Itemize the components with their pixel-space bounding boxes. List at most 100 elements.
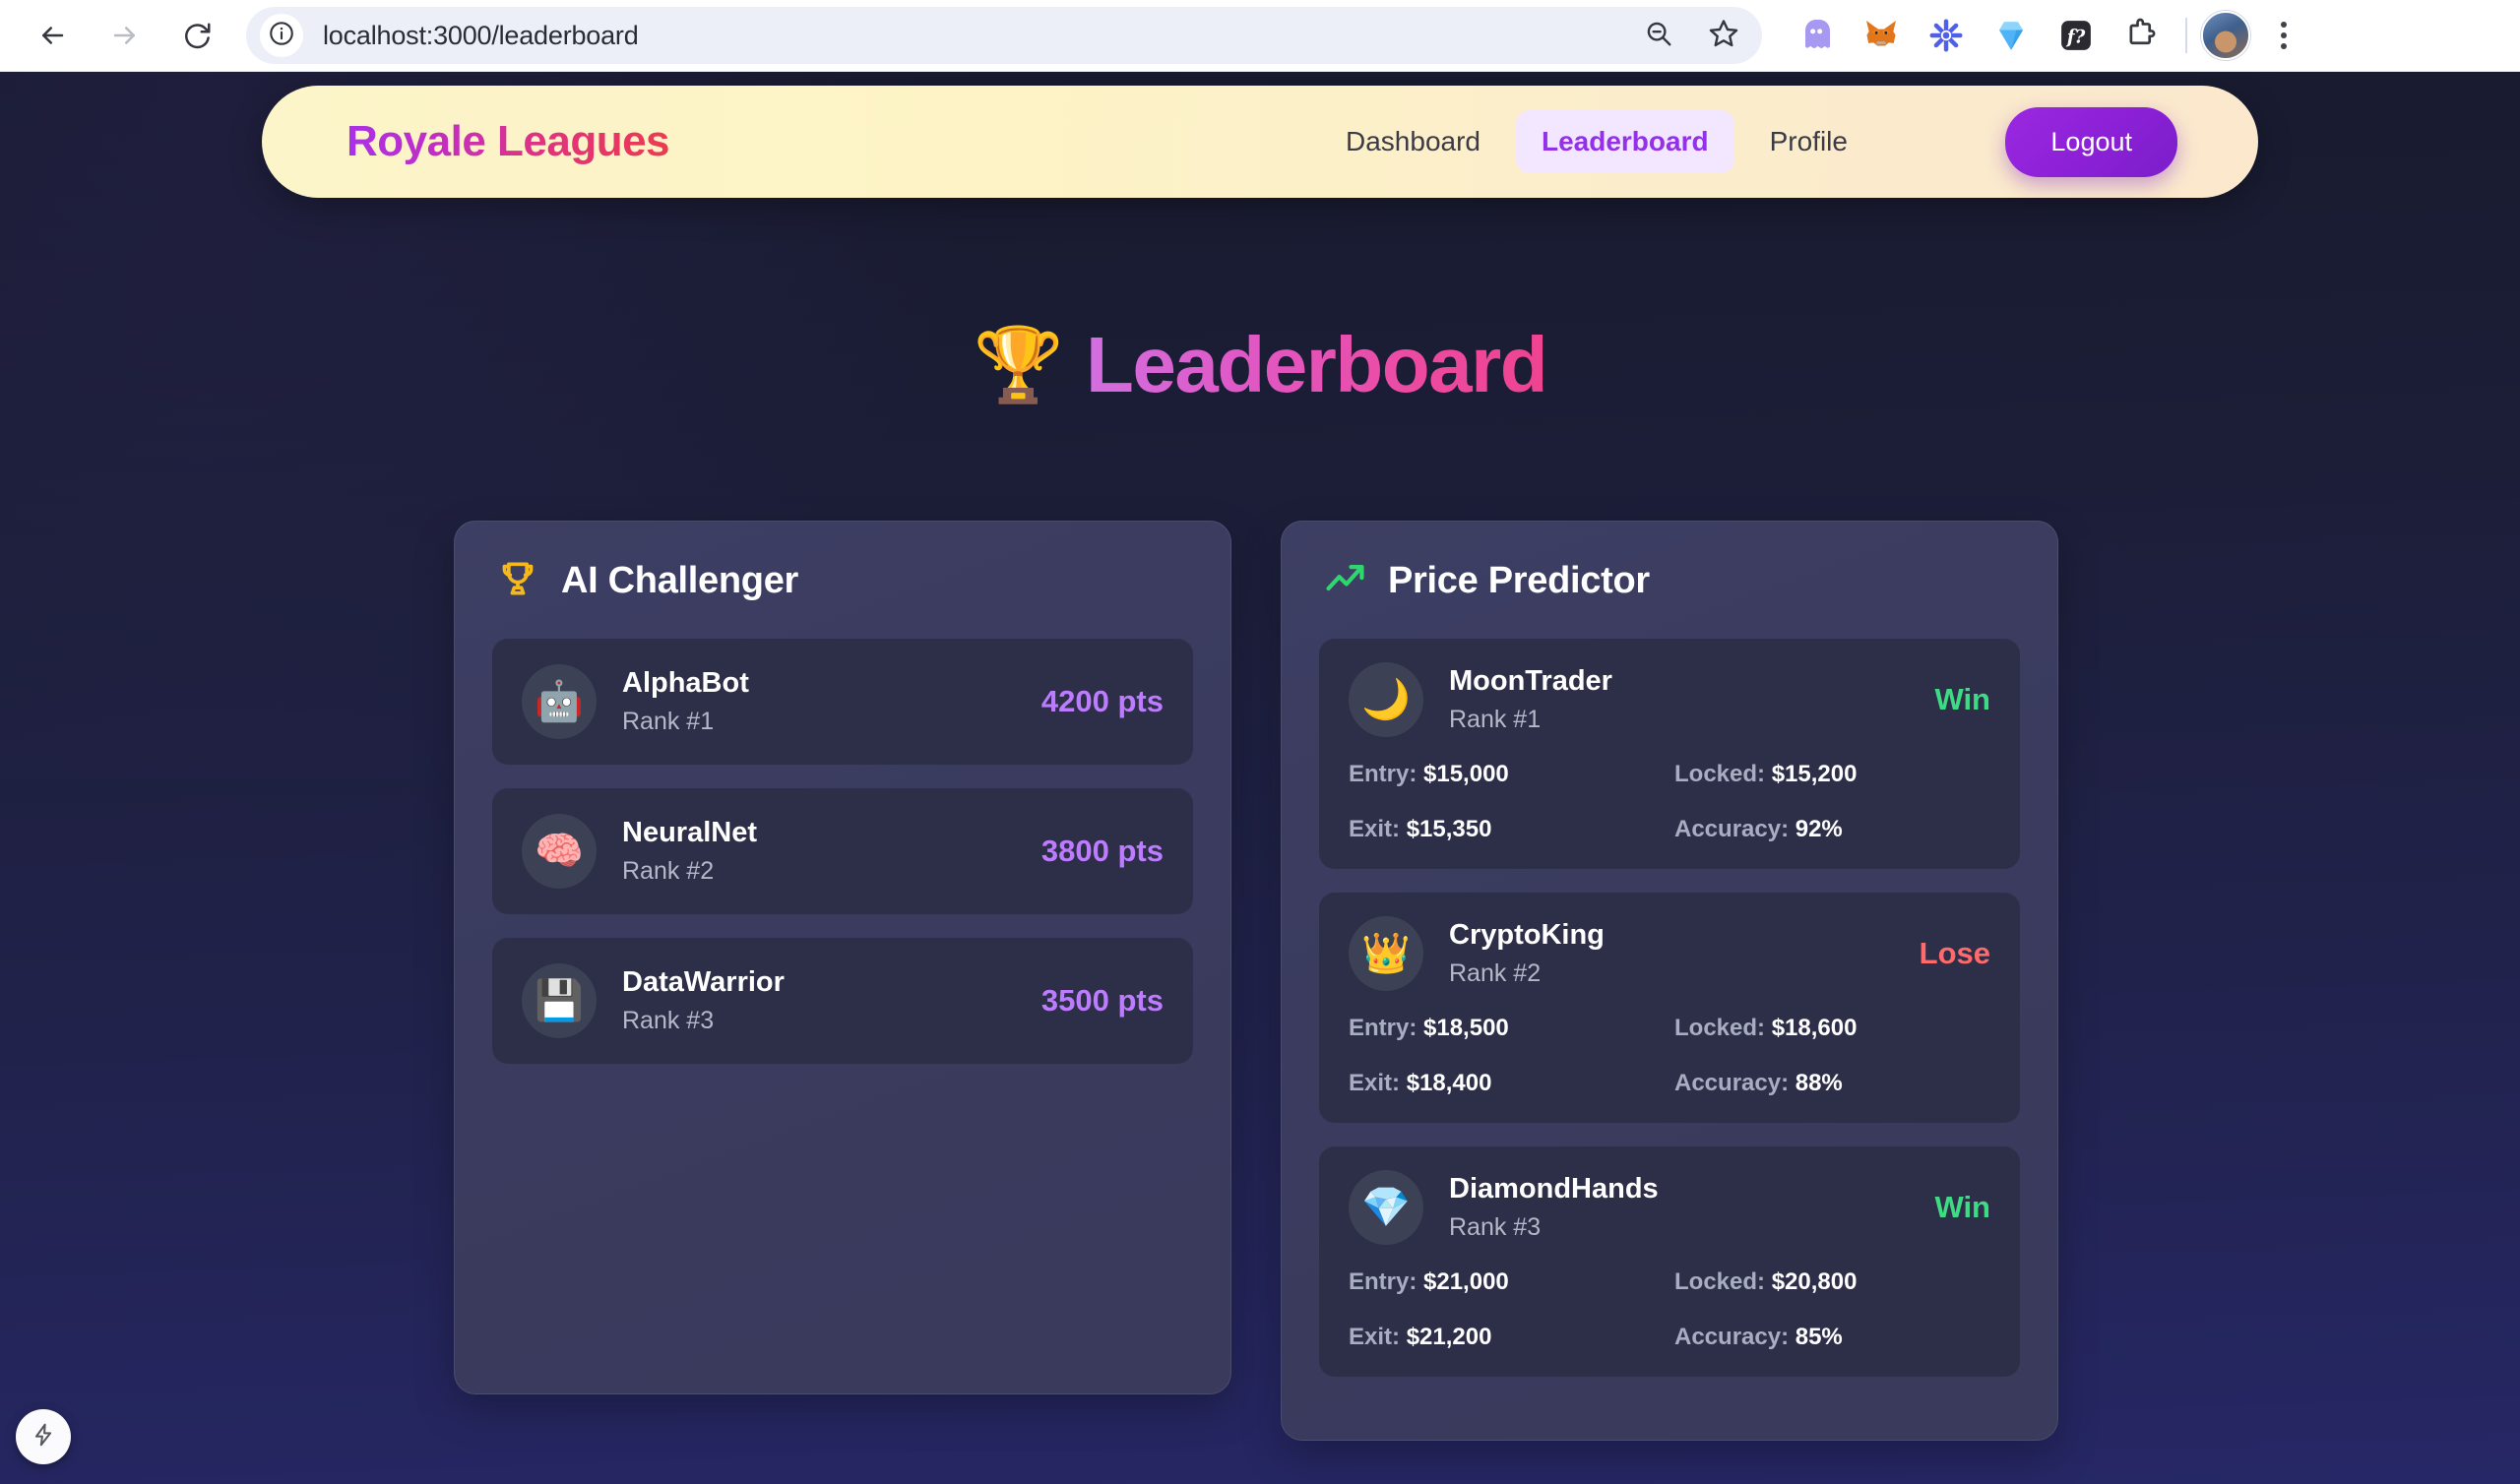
- list-item[interactable]: 👑 CryptoKing Rank #2 Lose Entry: $18,500…: [1319, 893, 2020, 1123]
- list-item[interactable]: 🌙 MoonTrader Rank #1 Win Entry: $15,000 …: [1319, 639, 2020, 869]
- browser-toolbar: localhost:3000/leaderboard f?: [0, 0, 2520, 72]
- player-score: 3500 pts: [1040, 983, 1164, 1018]
- back-button[interactable]: [16, 6, 89, 65]
- stat-entry: Entry: $21,000: [1349, 1268, 1665, 1296]
- player-score: 4200 pts: [1040, 684, 1164, 718]
- panel-ai-challenger: AI Challenger 🤖 AlphaBot Rank #1 4200 pt…: [454, 521, 1231, 1394]
- stat-label: Locked:: [1674, 761, 1766, 787]
- blue-asterisk-icon[interactable]: [1916, 5, 1977, 66]
- list-item-meta: AlphaBot Rank #1: [622, 667, 1041, 736]
- panel-header: AI Challenger: [492, 557, 1193, 605]
- back-arrow-icon: [37, 21, 67, 50]
- browser-nav-buttons: [0, 6, 234, 65]
- page-body: Royale Leagues Dashboard Leaderboard Pro…: [0, 72, 2520, 1484]
- nav-item-dashboard[interactable]: Dashboard: [1320, 110, 1506, 173]
- stat-exit: Exit: $15,350: [1349, 816, 1665, 843]
- stat-value: 85%: [1795, 1324, 1843, 1350]
- list-item[interactable]: 🤖 AlphaBot Rank #1 4200 pts: [492, 639, 1193, 765]
- panel-price-predictor: Price Predictor 🌙 MoonTrader Rank #1 Win…: [1281, 521, 2058, 1441]
- player-rank: Rank #3: [1449, 1213, 1542, 1241]
- main-nav: Dashboard Leaderboard Profile: [1320, 110, 1873, 173]
- stat-value: $18,500: [1423, 1015, 1509, 1041]
- stat-locked: Locked: $18,600: [1674, 1015, 1990, 1042]
- stat-label: Entry:: [1349, 1268, 1418, 1295]
- leaderboard-panels: AI Challenger 🤖 AlphaBot Rank #1 4200 pt…: [454, 521, 2058, 1441]
- toolbar-divider: [2185, 18, 2187, 53]
- crescent-moon-emoji: 🌙: [1349, 662, 1423, 737]
- stat-value: $15,350: [1406, 816, 1492, 842]
- player-name: MoonTrader: [1449, 665, 1612, 697]
- brand-logo[interactable]: Royale Leagues: [346, 117, 670, 166]
- logout-button[interactable]: Logout: [2005, 106, 2177, 177]
- lightning-bolt-icon: [31, 1422, 56, 1453]
- stat-exit: Exit: $18,400: [1349, 1070, 1665, 1097]
- zoom-out-button[interactable]: [1634, 11, 1683, 60]
- extensions-strip: f?: [1786, 5, 2172, 66]
- nav-item-leaderboard[interactable]: Leaderboard: [1515, 110, 1734, 173]
- site-info-button[interactable]: [260, 14, 303, 57]
- blue-diamond-icon[interactable]: [1981, 5, 2042, 66]
- player-name: DataWarrior: [622, 966, 785, 998]
- stat-label: Accuracy:: [1674, 1324, 1790, 1350]
- stat-label: Locked:: [1674, 1015, 1766, 1041]
- stat-accuracy: Accuracy: 92%: [1674, 816, 1990, 843]
- brain-emoji: 🧠: [522, 814, 597, 889]
- address-bar-actions: [1634, 7, 1748, 64]
- kebab-dot: [2281, 43, 2287, 49]
- metamask-fox-icon[interactable]: [1851, 5, 1912, 66]
- player-name: DiamondHands: [1449, 1173, 1659, 1205]
- stat-label: Exit:: [1349, 816, 1401, 842]
- stat-value: $21,200: [1406, 1324, 1492, 1350]
- stat-value: $15,200: [1771, 761, 1858, 787]
- ghost-extension-icon[interactable]: [1786, 5, 1847, 66]
- list-item[interactable]: 💎 DiamondHands Rank #3 Win Entry: $21,00…: [1319, 1146, 2020, 1377]
- panel-header: Price Predictor: [1319, 557, 2020, 605]
- puzzle-extensions-icon[interactable]: [2110, 5, 2172, 66]
- robot-emoji: 🤖: [522, 664, 597, 739]
- list-item[interactable]: 🧠 NeuralNet Rank #2 3800 pts: [492, 788, 1193, 914]
- player-rank: Rank #3: [622, 1007, 715, 1034]
- player-score: 3800 pts: [1040, 834, 1164, 868]
- trade-stats: Entry: $15,000 Locked: $15,200 Exit: $15…: [1349, 761, 1990, 843]
- trophy-icon: 🏆: [973, 324, 1065, 405]
- list-item-meta: CryptoKing Rank #2: [1449, 919, 1920, 988]
- status-badge: Lose: [1919, 936, 1990, 970]
- list-item[interactable]: 💾 DataWarrior Rank #3 3500 pts: [492, 938, 1193, 1064]
- bookmark-button[interactable]: [1699, 11, 1748, 60]
- chrome-menu-button[interactable]: [2256, 8, 2311, 63]
- trending-up-icon: [1323, 557, 1366, 605]
- forward-arrow-icon: [110, 21, 140, 50]
- address-bar[interactable]: localhost:3000/leaderboard: [246, 7, 1762, 64]
- svg-text:f?: f?: [2065, 27, 2086, 47]
- reload-button[interactable]: [161, 6, 234, 65]
- player-name: CryptoKing: [1449, 919, 1605, 951]
- crown-emoji: 👑: [1349, 916, 1423, 991]
- profile-avatar[interactable]: [2201, 11, 2250, 60]
- nav-item-profile[interactable]: Profile: [1744, 110, 1873, 173]
- player-rank: Rank #2: [1449, 959, 1542, 987]
- stat-value: $18,600: [1771, 1015, 1858, 1041]
- stat-locked: Locked: $15,200: [1674, 761, 1990, 788]
- stat-value: $15,000: [1423, 761, 1509, 787]
- list-item-meta: NeuralNet Rank #2: [622, 817, 1041, 886]
- stat-label: Exit:: [1349, 1324, 1401, 1350]
- status-badge: Win: [1934, 682, 1990, 716]
- list-item-header: 👑 CryptoKing Rank #2 Lose: [1349, 916, 1990, 991]
- address-bar-url[interactable]: localhost:3000/leaderboard: [323, 21, 639, 51]
- stat-value: 92%: [1795, 816, 1843, 842]
- player-name: AlphaBot: [622, 667, 749, 699]
- stat-locked: Locked: $20,800: [1674, 1268, 1990, 1296]
- list-item-header: 🌙 MoonTrader Rank #1 Win: [1349, 662, 1990, 737]
- reload-icon: [183, 21, 213, 50]
- math-formula-icon[interactable]: f?: [2046, 5, 2107, 66]
- forward-button[interactable]: [89, 6, 161, 65]
- list-item-meta: DiamondHands Rank #3: [1449, 1173, 1934, 1242]
- stat-exit: Exit: $21,200: [1349, 1324, 1665, 1351]
- app-navbar: Royale Leagues Dashboard Leaderboard Pro…: [262, 86, 2258, 198]
- stat-accuracy: Accuracy: 88%: [1674, 1070, 1990, 1097]
- kebab-dot: [2281, 22, 2287, 28]
- gem-emoji: 💎: [1349, 1170, 1423, 1245]
- dev-tools-fab[interactable]: [16, 1409, 71, 1464]
- stat-accuracy: Accuracy: 85%: [1674, 1324, 1990, 1351]
- list-item-meta: DataWarrior Rank #3: [622, 966, 1041, 1035]
